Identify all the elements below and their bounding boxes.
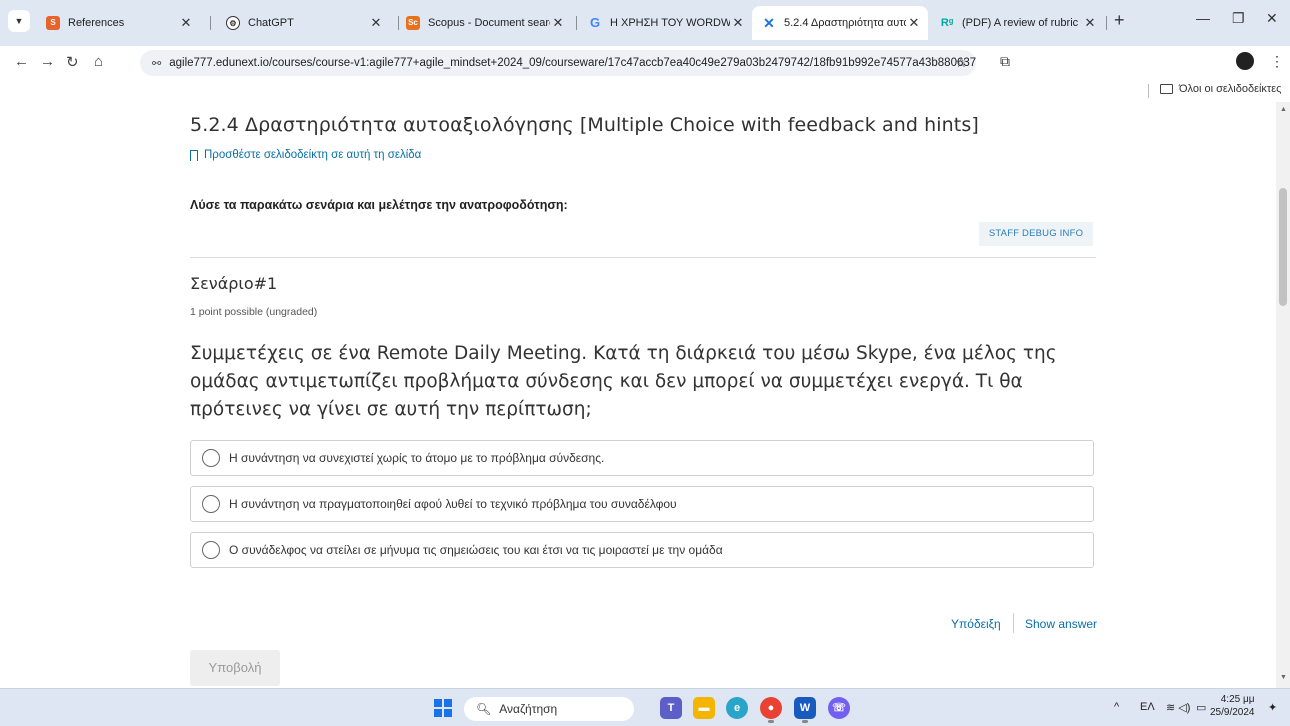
bookmarks-separator bbox=[1148, 84, 1149, 98]
bookmark-star-icon[interactable]: ☆ bbox=[955, 54, 968, 71]
reload-icon[interactable]: ↻ bbox=[66, 53, 79, 71]
taskbar-clock[interactable]: 4:25 μμ 25/9/2024 bbox=[1210, 693, 1255, 719]
viber-icon[interactable]: ☏ bbox=[828, 697, 850, 719]
choice-option-3[interactable]: Ο συνάδελφος να στείλει σε μήνυμα τις ση… bbox=[190, 532, 1094, 568]
scrollbar-thumb[interactable] bbox=[1279, 188, 1287, 306]
edge-icon[interactable]: e bbox=[726, 697, 748, 719]
chevron-up-icon[interactable]: ^ bbox=[1114, 701, 1119, 713]
tab-separator bbox=[1106, 16, 1107, 30]
radio-button[interactable] bbox=[202, 541, 220, 559]
bookmarks-bar bbox=[0, 80, 1290, 102]
submit-button[interactable]: Υποβολή bbox=[190, 650, 280, 686]
new-tab-button[interactable]: + bbox=[1114, 10, 1125, 31]
bookmark-icon bbox=[190, 149, 198, 161]
close-icon[interactable]: ✕ bbox=[550, 15, 566, 31]
folder-icon bbox=[1160, 84, 1173, 94]
teams-icon[interactable]: T bbox=[660, 697, 682, 719]
close-icon[interactable]: ✕ bbox=[730, 15, 746, 31]
page-content: 5.2.4 Δραστηριότητα αυτοαξιολόγησης [Mul… bbox=[0, 102, 1276, 688]
choice-option-2[interactable]: Η συνάντηση να πραγματοποιηθεί αφού λυθε… bbox=[190, 486, 1094, 522]
time-text: 4:25 μμ bbox=[1220, 694, 1255, 705]
back-icon[interactable]: ← bbox=[14, 53, 29, 70]
taskbar-search-label: Αναζήτηση bbox=[499, 702, 558, 716]
tab-title: Scopus - Document search bbox=[428, 17, 550, 29]
staff-debug-info-button[interactable]: STAFF DEBUG INFO bbox=[979, 222, 1093, 246]
taskbar-search-box[interactable]: 🔍︎ Αναζήτηση bbox=[464, 697, 634, 721]
windows-taskbar bbox=[0, 688, 1290, 726]
scroll-down-icon[interactable]: ▼ bbox=[1280, 674, 1287, 681]
more-menu-icon[interactable]: ⋮ bbox=[1270, 53, 1284, 70]
instructions-text: Λύσε τα παρακάτω σενάρια και μελέτησε τη… bbox=[190, 198, 568, 212]
tab-researchgate[interactable]: Rᶢ (PDF) A review of rubric us ✕ bbox=[928, 10, 1104, 36]
profile-avatar[interactable] bbox=[1236, 52, 1254, 70]
notifications-icon[interactable]: ✦ bbox=[1268, 701, 1277, 714]
all-bookmarks-folder[interactable]: Όλοι οι σελιδοδείκτες bbox=[1160, 83, 1282, 95]
choice-label: Η συνάντηση να πραγματοποιηθεί αφού λυθε… bbox=[229, 497, 677, 511]
close-icon[interactable]: ✕ bbox=[906, 15, 922, 31]
chatgpt-favicon: ⚙ bbox=[226, 16, 240, 30]
chrome-icon[interactable]: ● bbox=[760, 697, 782, 719]
address-bar[interactable]: ⚯ agile777.edunext.io/courses/course-v1:… bbox=[140, 50, 976, 76]
battery-icon[interactable]: ▭ bbox=[1196, 701, 1206, 714]
choice-option-1[interactable]: Η συνάντηση να συνεχιστεί χωρίς το άτομο… bbox=[190, 440, 1094, 476]
divider bbox=[190, 257, 1096, 258]
tab-separator bbox=[210, 16, 211, 30]
input-language[interactable]: ΕΛ bbox=[1140, 701, 1155, 713]
page-title: 5.2.4 Δραστηριότητα αυτοαξιολόγησης [Mul… bbox=[190, 114, 979, 136]
word-icon[interactable]: W bbox=[794, 697, 816, 719]
tab-title: 5.2.4 Δραστηριότητα αυτο bbox=[784, 17, 906, 29]
site-settings-icon[interactable]: ⚯ bbox=[152, 57, 161, 70]
extensions-icon[interactable]: ⧉ bbox=[1000, 53, 1010, 70]
restore-icon[interactable]: ❐ bbox=[1232, 10, 1245, 27]
wifi-volume-icon[interactable]: ≋ ◁) bbox=[1166, 701, 1190, 714]
tab-active-activity[interactable]: ✕ 5.2.4 Δραστηριότητα αυτο ✕ bbox=[752, 6, 928, 40]
tab-scopus[interactable]: Sc Scopus - Document search ✕ bbox=[400, 10, 572, 36]
tab-chatgpt[interactable]: ⚙ ChatGPT ✕ bbox=[214, 10, 390, 36]
edx-favicon: ✕ bbox=[763, 15, 775, 31]
file-explorer-icon[interactable]: ▬ bbox=[693, 697, 715, 719]
problem-title: Σενάριο#1 bbox=[190, 274, 278, 293]
chrome-running-indicator bbox=[768, 720, 774, 723]
word-running-indicator bbox=[802, 720, 808, 723]
problem-question: Συμμετέχεις σε ένα Remote Daily Meeting.… bbox=[190, 343, 1057, 420]
close-icon[interactable]: ✕ bbox=[178, 15, 194, 31]
minimize-icon[interactable]: — bbox=[1196, 10, 1210, 26]
scroll-up-icon[interactable]: ▲ bbox=[1280, 106, 1287, 113]
page-scrollbar[interactable]: ▲ ▼ bbox=[1276, 102, 1290, 688]
radio-button[interactable] bbox=[202, 495, 220, 513]
window-close-icon[interactable]: ✕ bbox=[1266, 10, 1278, 27]
tab-title: Η ΧΡΗΣΗ ΤΟΥ WORDWALL bbox=[610, 17, 730, 29]
tab-search-icon[interactable]: ▼ bbox=[8, 10, 30, 32]
hint-button[interactable]: Υπόδειξη bbox=[951, 617, 1001, 631]
tab-title: References bbox=[68, 17, 125, 29]
choice-label: Ο συνάδελφος να στείλει σε μήνυμα τις ση… bbox=[229, 543, 723, 557]
close-icon[interactable]: ✕ bbox=[368, 15, 384, 31]
tab-title: (PDF) A review of rubric us bbox=[962, 17, 1082, 29]
date-text: 25/9/2024 bbox=[1210, 707, 1255, 718]
tab-separator bbox=[398, 16, 399, 30]
search-icon: 🔍︎ bbox=[476, 702, 492, 716]
show-answer-button[interactable]: Show answer bbox=[1025, 617, 1097, 631]
choice-label: Η συνάντηση να συνεχιστεί χωρίς το άτομο… bbox=[229, 451, 605, 465]
problem-points: 1 point possible (ungraded) bbox=[190, 306, 318, 318]
browser-tab-strip: ▼ S References ✕ ⚙ ChatGPT ✕ Sc Scopus -… bbox=[0, 0, 1290, 46]
url-text[interactable]: agile777.edunext.io/courses/course-v1:ag… bbox=[169, 57, 976, 69]
forward-icon[interactable]: → bbox=[40, 53, 55, 70]
scopus-favicon: Sc bbox=[406, 16, 420, 30]
add-bookmark-label: Προσθέστε σελιδοδείκτη σε αυτή τη σελίδα bbox=[204, 149, 422, 161]
tab-references[interactable]: S References ✕ bbox=[34, 10, 200, 36]
action-separator bbox=[1013, 613, 1014, 633]
researchgate-favicon: Rᶢ bbox=[940, 17, 954, 29]
references-favicon: S bbox=[46, 16, 60, 30]
add-bookmark-link[interactable]: Προσθέστε σελιδοδείκτη σε αυτή τη σελίδα bbox=[190, 149, 421, 161]
google-favicon: G bbox=[589, 15, 601, 30]
close-icon[interactable]: ✕ bbox=[1082, 15, 1098, 31]
all-bookmarks-label: Όλοι οι σελιδοδείκτες bbox=[1179, 83, 1282, 95]
home-icon[interactable]: ⌂ bbox=[94, 53, 103, 70]
tab-wordwall[interactable]: G Η ΧΡΗΣΗ ΤΟΥ WORDWALL ✕ bbox=[576, 10, 752, 36]
windows-start-icon[interactable] bbox=[434, 699, 452, 717]
radio-button[interactable] bbox=[202, 449, 220, 467]
